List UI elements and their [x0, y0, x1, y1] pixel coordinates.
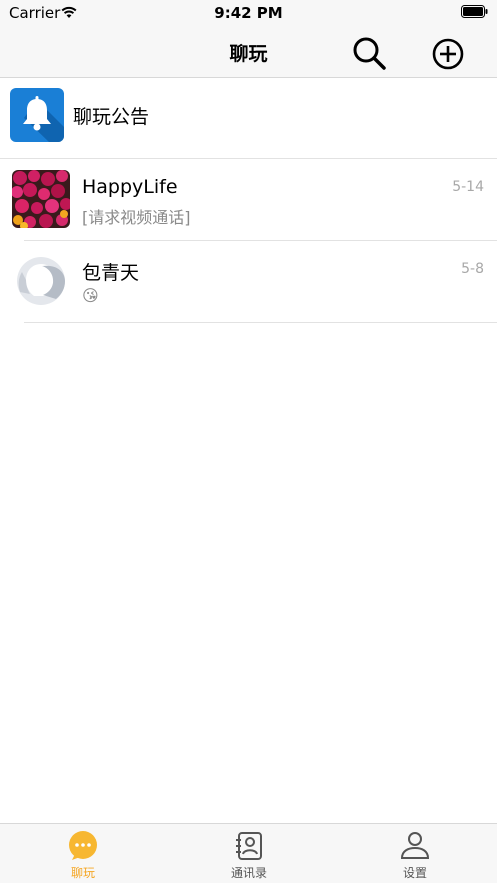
conversation-list: 聊玩公告 HappyLife [请求视频通话] 5-14 包青天 😘 5-8 [0, 78, 497, 323]
search-icon[interactable] [350, 34, 388, 72]
tab-label: 通讯录 [230, 866, 267, 880]
contacts-book-icon [236, 832, 262, 860]
tab-label: 设置 [402, 866, 427, 880]
tab-chat[interactable]: 聊玩 [0, 824, 166, 883]
row-divider [24, 322, 497, 323]
notice-row[interactable]: 聊玩公告 [0, 78, 497, 159]
tab-contacts[interactable]: 通讯录 [166, 824, 332, 883]
page-title: 聊玩 [229, 43, 268, 65]
tab-label: 聊玩 [70, 866, 95, 880]
chat-row[interactable]: HappyLife [请求视频通话] 5-14 [0, 159, 497, 241]
chat-bubble-icon [69, 831, 97, 860]
avatar [12, 170, 70, 228]
message-preview: [请求视频通话] [82, 208, 191, 227]
message-preview: 😘 [82, 286, 99, 305]
tab-settings[interactable]: 设置 [332, 824, 497, 883]
status-bar: Carrier 9:42 PM [0, 0, 497, 26]
contact-name: HappyLife [82, 176, 178, 198]
navigation-bar: 聊玩 [0, 26, 497, 78]
chat-row[interactable]: 包青天 😘 5-8 [0, 241, 497, 323]
chat-list-screen: Carrier 9:42 PM 聊玩 聊玩公告 HappyLife [请求视频通… [0, 0, 497, 883]
message-time: 5-14 [452, 179, 484, 195]
contact-name: 包青天 [82, 262, 140, 284]
notice-label: 聊玩公告 [73, 106, 150, 128]
battery-icon [461, 5, 488, 18]
person-icon [400, 832, 430, 859]
add-circle-icon[interactable] [430, 36, 466, 72]
bell-icon [10, 88, 64, 142]
avatar [12, 252, 70, 310]
tab-bar: 聊玩 通讯录 设置 [0, 823, 497, 883]
status-time: 9:42 PM [214, 4, 283, 22]
message-time: 5-8 [461, 261, 484, 277]
